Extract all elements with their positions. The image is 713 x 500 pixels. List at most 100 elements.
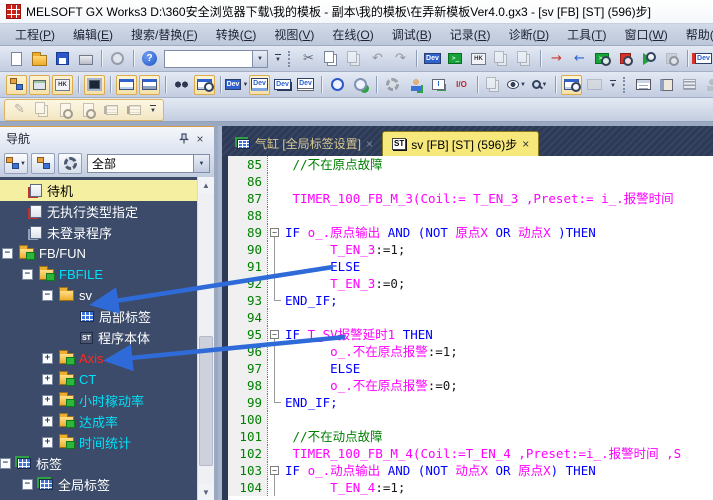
tree-item-label[interactable]: −标签: [0, 453, 197, 474]
tree-item-fbfile[interactable]: −FBFILE: [0, 264, 197, 285]
open-project-icon[interactable]: [29, 49, 50, 69]
copy-icon[interactable]: [321, 49, 342, 69]
tree-item-local-label[interactable]: 局部标签: [0, 306, 197, 327]
code-line[interactable]: 98 o_.不在原点报警:=0;: [228, 377, 713, 394]
code-line[interactable]: 95−IF T_SV报警延时1 THEN: [228, 326, 713, 343]
monitor-stop-icon[interactable]: [615, 49, 636, 69]
read-from-plc-icon[interactable]: ←: [569, 49, 590, 69]
tab-close-icon[interactable]: ×: [522, 139, 529, 149]
chevron-down-icon[interactable]: ▼: [193, 155, 209, 172]
tree-item-standby-program[interactable]: 待机: [0, 180, 197, 201]
tree-item-ct[interactable]: +CT: [0, 369, 197, 390]
tab-cylinder-global-labels[interactable]: 气缸 [全局标签设置]×: [228, 131, 382, 156]
clock-setting-icon[interactable]: [327, 75, 348, 95]
connection-destination-icon[interactable]: [29, 75, 50, 95]
code-line[interactable]: 100: [228, 411, 713, 428]
tree-item-fb-fun[interactable]: −FB/FUN: [0, 243, 197, 264]
parameter-icon[interactable]: [84, 75, 105, 95]
tab-sv-fb-st[interactable]: STsv [FB] [ST] (596)步×: [382, 131, 539, 156]
device-comment-icon[interactable]: Dev: [422, 49, 443, 69]
device-display-icon[interactable]: Dev: [693, 49, 713, 69]
toolbar2-options-icon[interactable]: ▼: [610, 80, 616, 89]
tree-item-achievement-rate[interactable]: +达成率: [0, 411, 197, 432]
code-line[interactable]: 92 T_EN_3:=0;: [228, 275, 713, 292]
tree-item-program-body[interactable]: ST程序本体: [0, 327, 197, 348]
st-code-editor[interactable]: 85 //不在原点故障8687 TIMER_100_FB_M_3(Coil:= …: [222, 156, 713, 500]
toolbar3-options-icon[interactable]: ▼: [150, 105, 156, 114]
device-list-icon[interactable]: Dev: [295, 75, 316, 95]
expand-box-icon[interactable]: +: [42, 353, 53, 364]
code-line[interactable]: 86: [228, 173, 713, 190]
keyword-combo[interactable]: ▼: [164, 50, 268, 68]
module-tool-icon[interactable]: HK: [468, 49, 489, 69]
fold-collapse-icon[interactable]: −: [270, 228, 279, 237]
tree-item-hour-operation-rate[interactable]: +小时稼动率: [0, 390, 197, 411]
save-project-icon[interactable]: [52, 49, 73, 69]
work-window-2-icon[interactable]: [139, 75, 160, 95]
code-line[interactable]: 99END_IF;: [228, 394, 713, 411]
label-edit-icon[interactable]: I: [428, 75, 449, 95]
io-check-icon[interactable]: I/O: [451, 75, 472, 95]
menu-record[interactable]: 记录(R): [441, 24, 500, 45]
menu-diagnostics[interactable]: 诊断(D): [499, 24, 558, 45]
help-button-icon[interactable]: ?: [139, 49, 160, 69]
menu-project[interactable]: 工程(P): [6, 24, 64, 45]
tree-scrollbar[interactable]: ▲ ▼: [197, 177, 214, 500]
zoom-window-icon[interactable]: [561, 75, 582, 95]
menu-debug[interactable]: 调试(B): [383, 24, 441, 45]
menu-online[interactable]: 在线(O): [323, 24, 382, 45]
module-configuration-icon[interactable]: HK: [52, 75, 73, 95]
cross-reference-icon[interactable]: [656, 75, 677, 95]
tree-item-axis[interactable]: +Axis: [0, 348, 197, 369]
code-line[interactable]: 96 o_.不在原点报警:=1;: [228, 343, 713, 360]
toolbar-grip[interactable]: [623, 77, 627, 93]
tree-filter-button[interactable]: ▼: [4, 153, 28, 174]
code-line[interactable]: 104 T_EN_4:=1;: [228, 479, 713, 496]
toolbar1-options-icon[interactable]: ▼: [275, 54, 281, 63]
code-line[interactable]: 91 ELSE: [228, 258, 713, 275]
new-project-icon[interactable]: [6, 49, 27, 69]
pin-icon[interactable]: [176, 131, 192, 147]
tree-item-no-execution-type[interactable]: 无执行类型指定: [0, 201, 197, 222]
cut-icon[interactable]: ✂: [298, 49, 319, 69]
expand-box-icon[interactable]: +: [42, 437, 53, 448]
statement-window-icon[interactable]: [633, 75, 654, 95]
code-line[interactable]: 97 ELSE: [228, 360, 713, 377]
toolbar-grip[interactable]: [288, 51, 292, 67]
print-icon[interactable]: [75, 49, 96, 69]
nav-settings-button[interactable]: [58, 153, 82, 174]
fold-collapse-icon[interactable]: −: [270, 330, 279, 339]
expand-box-icon[interactable]: +: [42, 416, 53, 427]
menu-edit[interactable]: 编辑(E): [64, 24, 122, 45]
menu-view[interactable]: 视图(V): [265, 24, 323, 45]
device-zoom-icon[interactable]: ▼: [529, 75, 550, 95]
code-line[interactable]: 101 //不在动点故障: [228, 428, 713, 445]
find-icon[interactable]: [171, 75, 192, 95]
find-window-icon[interactable]: [194, 75, 215, 95]
scrollbar-thumb[interactable]: [199, 336, 213, 466]
menu-tool[interactable]: 工具(T): [558, 24, 615, 45]
scroll-up-button[interactable]: ▲: [198, 177, 214, 193]
tree-filter-combo[interactable]: 全部 ▼: [87, 154, 210, 173]
code-line[interactable]: 85 //不在原点故障: [228, 156, 713, 173]
code-line[interactable]: 87 TIMER_100_FB_M_3(Coil:= T_EN_3 ,Prese…: [228, 190, 713, 207]
scroll-down-button[interactable]: ▼: [198, 484, 214, 500]
tab-close-icon[interactable]: ×: [366, 139, 373, 149]
expand-box-icon[interactable]: +: [42, 374, 53, 385]
collapse-box-icon[interactable]: −: [22, 479, 33, 490]
tree-item-unregistered-program[interactable]: 未登录程序: [0, 222, 197, 243]
user-edit-icon[interactable]: [405, 75, 426, 95]
collapse-box-icon[interactable]: −: [22, 269, 33, 280]
collapse-box-icon[interactable]: −: [0, 458, 11, 469]
code-line[interactable]: 90 T_EN_3:=1;: [228, 241, 713, 258]
code-line[interactable]: 88: [228, 207, 713, 224]
tree-collapse-button[interactable]: [31, 153, 55, 174]
code-line[interactable]: 93END_IF;: [228, 292, 713, 309]
code-line[interactable]: 102 TIMER_100_FB_M_4(Coil:=T_EN_4 ,Prese…: [228, 445, 713, 462]
tree-item-global-label[interactable]: −全局标签: [0, 474, 197, 495]
device-comment-dd-icon[interactable]: Dev▼: [226, 75, 247, 95]
navigation-window-icon[interactable]: [6, 75, 27, 95]
program-display-icon[interactable]: >_: [445, 49, 466, 69]
menu-window[interactable]: 窗口(W): [615, 24, 676, 45]
clock-edit-icon[interactable]: [350, 75, 371, 95]
